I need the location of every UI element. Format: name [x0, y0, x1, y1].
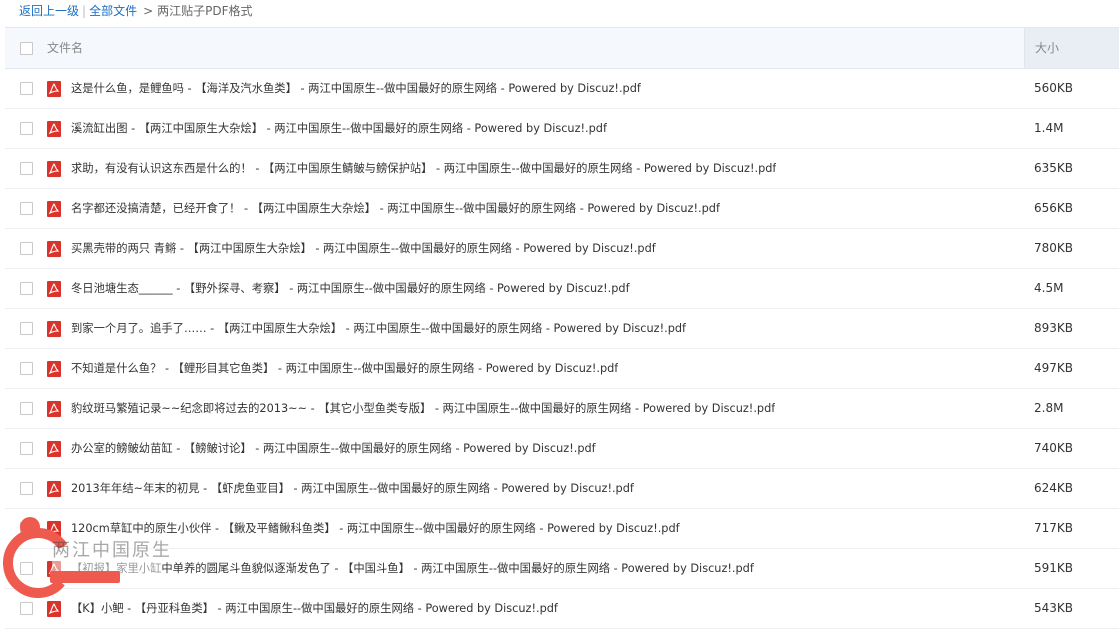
row-checkbox[interactable] [20, 322, 33, 335]
row-checkbox[interactable] [20, 482, 33, 495]
file-name-link[interactable]: 不知道是什么鱼？ - 【鲤形目其它鱼类】 - 两江中国原生--做中国最好的原生网… [71, 349, 618, 388]
file-name-link[interactable]: 2013年年结~年末的初見 - 【虾虎鱼亚目】 - 两江中国原生--做中国最好的… [71, 469, 634, 508]
row-checkbox[interactable] [20, 202, 33, 215]
table-row[interactable]: 【K】小鲃 - 【丹亚科鱼类】 - 两江中国原生--做中国最好的原生网络 - P… [5, 589, 1119, 629]
breadcrumb: 返回上一级 | 全部文件 > 两江贴子PDF格式 [19, 0, 253, 26]
file-list: 这是什么鱼，是鲤鱼吗 - 【海洋及汽水鱼类】 - 两江中国原生--做中国最好的原… [5, 69, 1119, 629]
file-size: 635KB [1034, 161, 1074, 175]
file-name-link[interactable]: 【初报】家里小缸中单养的圆尾斗鱼貌似逐渐发色了 - 【中国斗鱼】 - 两江中国原… [71, 549, 754, 588]
table-row[interactable]: 买黑壳带的两只 青鳉 - 【两江中国原生大杂烩】 - 两江中国原生--做中国最好… [5, 229, 1119, 269]
file-size: 717KB [1034, 521, 1074, 535]
all-files-link[interactable]: 全部文件 [89, 4, 137, 18]
pdf-file-icon [47, 601, 61, 617]
table-row[interactable]: 不知道是什么鱼？ - 【鲤形目其它鱼类】 - 两江中国原生--做中国最好的原生网… [5, 349, 1119, 389]
column-header-name[interactable]: 文件名 [47, 28, 83, 68]
file-size: 543KB [1034, 601, 1074, 615]
column-header-size[interactable]: 大小 [1024, 28, 1119, 68]
file-table: 文件名 大小 这是什么鱼，是鲤鱼吗 - 【海洋及汽水鱼类】 - 两江中国原生--… [5, 27, 1119, 629]
pdf-file-icon [47, 81, 61, 97]
pdf-file-icon [47, 241, 61, 257]
file-name-link[interactable]: 办公室的鳑鲏幼苗缸 - 【鳑鲏讨论】 - 两江中国原生--做中国最好的原生网络 … [71, 429, 596, 468]
file-size: 2.8M [1034, 401, 1064, 415]
breadcrumb-separator: | [82, 4, 87, 18]
file-name-link[interactable]: 买黑壳带的两只 青鳉 - 【两江中国原生大杂烩】 - 两江中国原生--做中国最好… [71, 229, 656, 268]
pdf-file-icon [47, 481, 61, 497]
file-size: 780KB [1034, 241, 1074, 255]
select-all-checkbox[interactable] [20, 42, 33, 55]
pdf-file-icon [47, 441, 61, 457]
pdf-file-icon [47, 281, 61, 297]
file-name-link[interactable]: 名字都还没搞清楚，已经开食了！ - 【两江中国原生大杂烩】 - 两江中国原生--… [71, 189, 720, 228]
file-size: 656KB [1034, 201, 1074, 215]
pdf-file-icon [47, 561, 61, 577]
row-checkbox[interactable] [20, 162, 33, 175]
row-checkbox[interactable] [20, 402, 33, 415]
file-name-link[interactable]: 溪流缸出图 - 【两江中国原生大杂烩】 - 两江中国原生--做中国最好的原生网络… [71, 109, 607, 148]
file-name-link[interactable]: 豹纹斑马繁殖记录~~纪念即将过去的2013~~ - 【其它小型鱼类专版】 - 两… [71, 389, 775, 428]
pdf-file-icon [47, 201, 61, 217]
table-row[interactable]: 到家一个月了。追手了…… - 【两江中国原生大杂烩】 - 两江中国原生--做中国… [5, 309, 1119, 349]
table-header: 文件名 大小 [5, 27, 1119, 69]
row-checkbox[interactable] [20, 242, 33, 255]
table-row[interactable]: 120cm草缸中的原生小伙伴 - 【鳅及平鳍鳅科鱼类】 - 两江中国原生--做中… [5, 509, 1119, 549]
pdf-file-icon [47, 321, 61, 337]
pdf-file-icon [47, 161, 61, 177]
table-row[interactable]: 办公室的鳑鲏幼苗缸 - 【鳑鲏讨论】 - 两江中国原生--做中国最好的原生网络 … [5, 429, 1119, 469]
pdf-file-icon [47, 361, 61, 377]
file-size: 560KB [1034, 81, 1074, 95]
table-row[interactable]: 求助，有没有认识这东西是什么的！ - 【两江中国原生鲭鲏与鳑保护站】 - 两江中… [5, 149, 1119, 189]
pdf-file-icon [47, 401, 61, 417]
file-size: 624KB [1034, 481, 1074, 495]
file-size: 1.4M [1034, 121, 1064, 135]
row-checkbox[interactable] [20, 442, 33, 455]
back-link[interactable]: 返回上一级 [19, 4, 79, 18]
table-row[interactable]: 名字都还没搞清楚，已经开食了！ - 【两江中国原生大杂烩】 - 两江中国原生--… [5, 189, 1119, 229]
file-name-link[interactable]: 【K】小鲃 - 【丹亚科鱼类】 - 两江中国原生--做中国最好的原生网络 - P… [71, 589, 558, 628]
file-name-link[interactable]: 冬日池塘生态______ - 【野外探寻、考察】 - 两江中国原生--做中国最好… [71, 269, 630, 308]
row-checkbox[interactable] [20, 362, 33, 375]
table-row[interactable]: 豹纹斑马繁殖记录~~纪念即将过去的2013~~ - 【其它小型鱼类专版】 - 两… [5, 389, 1119, 429]
file-size: 740KB [1034, 441, 1074, 455]
row-checkbox[interactable] [20, 282, 33, 295]
pdf-file-icon [47, 521, 61, 537]
row-checkbox[interactable] [20, 602, 33, 615]
row-checkbox[interactable] [20, 82, 33, 95]
file-size: 4.5M [1034, 281, 1064, 295]
file-size: 497KB [1034, 361, 1074, 375]
table-row[interactable]: 【初报】家里小缸中单养的圆尾斗鱼貌似逐渐发色了 - 【中国斗鱼】 - 两江中国原… [5, 549, 1119, 589]
file-size: 591KB [1034, 561, 1074, 575]
file-name-link[interactable]: 到家一个月了。追手了…… - 【两江中国原生大杂烩】 - 两江中国原生--做中国… [71, 309, 686, 348]
row-checkbox[interactable] [20, 522, 33, 535]
file-name-link[interactable]: 求助，有没有认识这东西是什么的！ - 【两江中国原生鲭鲏与鳑保护站】 - 两江中… [71, 149, 776, 188]
row-checkbox[interactable] [20, 122, 33, 135]
breadcrumb-chevron-icon: > [143, 4, 154, 18]
row-checkbox[interactable] [20, 562, 33, 575]
file-size: 893KB [1034, 321, 1074, 335]
pdf-file-icon [47, 121, 61, 137]
table-row[interactable]: 溪流缸出图 - 【两江中国原生大杂烩】 - 两江中国原生--做中国最好的原生网络… [5, 109, 1119, 149]
file-name-link[interactable]: 这是什么鱼，是鲤鱼吗 - 【海洋及汽水鱼类】 - 两江中国原生--做中国最好的原… [71, 69, 641, 108]
file-name-link[interactable]: 120cm草缸中的原生小伙伴 - 【鳅及平鳍鳅科鱼类】 - 两江中国原生--做中… [71, 509, 680, 548]
breadcrumb-current: 两江贴子PDF格式 [157, 4, 253, 18]
table-row[interactable]: 冬日池塘生态______ - 【野外探寻、考察】 - 两江中国原生--做中国最好… [5, 269, 1119, 309]
table-row[interactable]: 这是什么鱼，是鲤鱼吗 - 【海洋及汽水鱼类】 - 两江中国原生--做中国最好的原… [5, 69, 1119, 109]
table-row[interactable]: 2013年年结~年末的初見 - 【虾虎鱼亚目】 - 两江中国原生--做中国最好的… [5, 469, 1119, 509]
